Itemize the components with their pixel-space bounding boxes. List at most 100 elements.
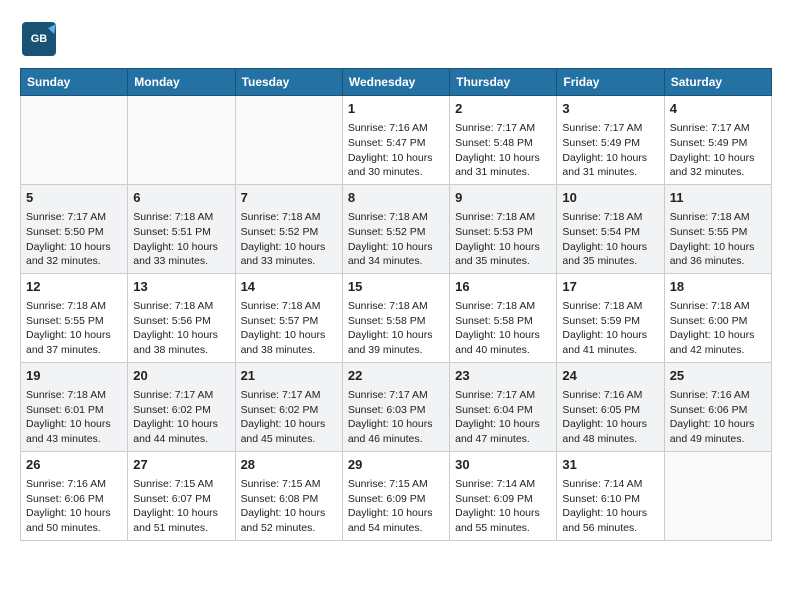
day-number: 14 — [241, 278, 337, 296]
day-info: and 32 minutes. — [26, 254, 122, 269]
day-info: Sunset: 5:58 PM — [455, 314, 551, 329]
calendar-cell — [128, 96, 235, 185]
day-info: Sunset: 6:02 PM — [133, 403, 229, 418]
day-info: and 55 minutes. — [455, 521, 551, 536]
calendar-cell — [664, 451, 771, 540]
day-info: Sunrise: 7:16 AM — [26, 477, 122, 492]
day-info: Sunset: 6:05 PM — [562, 403, 658, 418]
day-info: Sunset: 5:55 PM — [26, 314, 122, 329]
calendar-cell: 11Sunrise: 7:18 AMSunset: 5:55 PMDayligh… — [664, 184, 771, 273]
day-info: and 39 minutes. — [348, 343, 444, 358]
day-info: Daylight: 10 hours — [241, 417, 337, 432]
day-info: Daylight: 10 hours — [455, 328, 551, 343]
day-info: and 50 minutes. — [26, 521, 122, 536]
day-number: 16 — [455, 278, 551, 296]
day-info: and 31 minutes. — [455, 165, 551, 180]
day-info: and 36 minutes. — [670, 254, 766, 269]
day-info: and 56 minutes. — [562, 521, 658, 536]
day-info: Daylight: 10 hours — [26, 506, 122, 521]
day-info: Daylight: 10 hours — [348, 328, 444, 343]
day-info: Daylight: 10 hours — [562, 417, 658, 432]
day-info: Daylight: 10 hours — [562, 506, 658, 521]
day-info: Sunrise: 7:17 AM — [455, 388, 551, 403]
day-number: 27 — [133, 456, 229, 474]
logo: GB — [20, 20, 58, 58]
day-info: Sunset: 5:47 PM — [348, 136, 444, 151]
day-number: 11 — [670, 189, 766, 207]
calendar-cell: 9 Sunrise: 7:18 AMSunset: 5:53 PMDaylight… — [450, 184, 557, 273]
day-info: Daylight: 10 hours — [241, 240, 337, 255]
day-number: 13 — [133, 278, 229, 296]
calendar-cell: 5Sunrise: 7:17 AMSunset: 5:50 PMDaylight… — [21, 184, 128, 273]
day-info: and 52 minutes. — [241, 521, 337, 536]
day-number: 12 — [26, 278, 122, 296]
day-number: 20 — [133, 367, 229, 385]
day-number: 1 — [348, 100, 444, 118]
day-info: and 46 minutes. — [348, 432, 444, 447]
day-info: Sunrise: 7:18 AM — [26, 299, 122, 314]
day-info: Daylight: 10 hours — [26, 417, 122, 432]
day-info: Sunset: 5:49 PM — [670, 136, 766, 151]
day-info: Daylight: 10 hours — [348, 240, 444, 255]
day-info: Daylight: 10 hours — [26, 240, 122, 255]
day-info: and 34 minutes. — [348, 254, 444, 269]
day-info: Daylight: 10 hours — [670, 417, 766, 432]
day-info: Daylight: 10 hours — [562, 328, 658, 343]
day-info: Sunset: 5:50 PM — [26, 225, 122, 240]
day-info: Sunrise: 7:18 AM — [133, 299, 229, 314]
weekday-header-monday: Monday — [128, 69, 235, 96]
week-row-2: 5Sunrise: 7:17 AMSunset: 5:50 PMDaylight… — [21, 184, 772, 273]
day-info: Sunrise: 7:15 AM — [241, 477, 337, 492]
day-number: 18 — [670, 278, 766, 296]
day-number: 30 — [455, 456, 551, 474]
day-info: Daylight: 10 hours — [455, 240, 551, 255]
day-info: and 51 minutes. — [133, 521, 229, 536]
day-number: 21 — [241, 367, 337, 385]
day-info: Sunrise: 7:18 AM — [455, 210, 551, 225]
svg-text:GB: GB — [31, 33, 48, 45]
day-number: 25 — [670, 367, 766, 385]
day-info: Sunset: 6:04 PM — [455, 403, 551, 418]
logo-icon: GB — [20, 20, 58, 58]
day-info: Daylight: 10 hours — [455, 506, 551, 521]
day-number: 15 — [348, 278, 444, 296]
day-info: and 43 minutes. — [26, 432, 122, 447]
day-info: Daylight: 10 hours — [348, 506, 444, 521]
calendar-cell: 20Sunrise: 7:17 AMSunset: 6:02 PMDayligh… — [128, 362, 235, 451]
day-number: 3 — [562, 100, 658, 118]
day-number: 28 — [241, 456, 337, 474]
day-info: Daylight: 10 hours — [348, 417, 444, 432]
day-info: Sunrise: 7:17 AM — [26, 210, 122, 225]
day-info: and 35 minutes. — [562, 254, 658, 269]
day-info: and 30 minutes. — [348, 165, 444, 180]
day-info: Sunrise: 7:16 AM — [562, 388, 658, 403]
day-info: Daylight: 10 hours — [348, 151, 444, 166]
day-info: Sunset: 5:53 PM — [455, 225, 551, 240]
day-info: Sunset: 5:52 PM — [241, 225, 337, 240]
calendar-cell: 16Sunrise: 7:18 AMSunset: 5:58 PMDayligh… — [450, 273, 557, 362]
calendar-cell: 4Sunrise: 7:17 AMSunset: 5:49 PMDaylight… — [664, 96, 771, 185]
calendar-cell: 31Sunrise: 7:14 AMSunset: 6:10 PMDayligh… — [557, 451, 664, 540]
day-info: and 31 minutes. — [562, 165, 658, 180]
calendar-cell: 13Sunrise: 7:18 AMSunset: 5:56 PMDayligh… — [128, 273, 235, 362]
day-info: Sunrise: 7:17 AM — [241, 388, 337, 403]
day-info: Sunset: 6:06 PM — [670, 403, 766, 418]
day-number: 17 — [562, 278, 658, 296]
day-number: 2 — [455, 100, 551, 118]
day-info: Daylight: 10 hours — [670, 328, 766, 343]
day-info: and 33 minutes. — [241, 254, 337, 269]
day-number: 9 — [455, 189, 551, 207]
weekday-header-wednesday: Wednesday — [342, 69, 449, 96]
day-info: and 38 minutes. — [133, 343, 229, 358]
day-number: 8 — [348, 189, 444, 207]
day-info: Daylight: 10 hours — [133, 328, 229, 343]
day-info: and 54 minutes. — [348, 521, 444, 536]
calendar-cell: 25Sunrise: 7:16 AMSunset: 6:06 PMDayligh… — [664, 362, 771, 451]
calendar-cell: 18Sunrise: 7:18 AMSunset: 6:00 PMDayligh… — [664, 273, 771, 362]
day-info: Daylight: 10 hours — [455, 151, 551, 166]
day-number: 19 — [26, 367, 122, 385]
week-row-1: 1Sunrise: 7:16 AMSunset: 5:47 PMDaylight… — [21, 96, 772, 185]
day-info: Daylight: 10 hours — [670, 240, 766, 255]
day-info: Sunset: 5:57 PM — [241, 314, 337, 329]
day-info: Sunset: 5:58 PM — [348, 314, 444, 329]
